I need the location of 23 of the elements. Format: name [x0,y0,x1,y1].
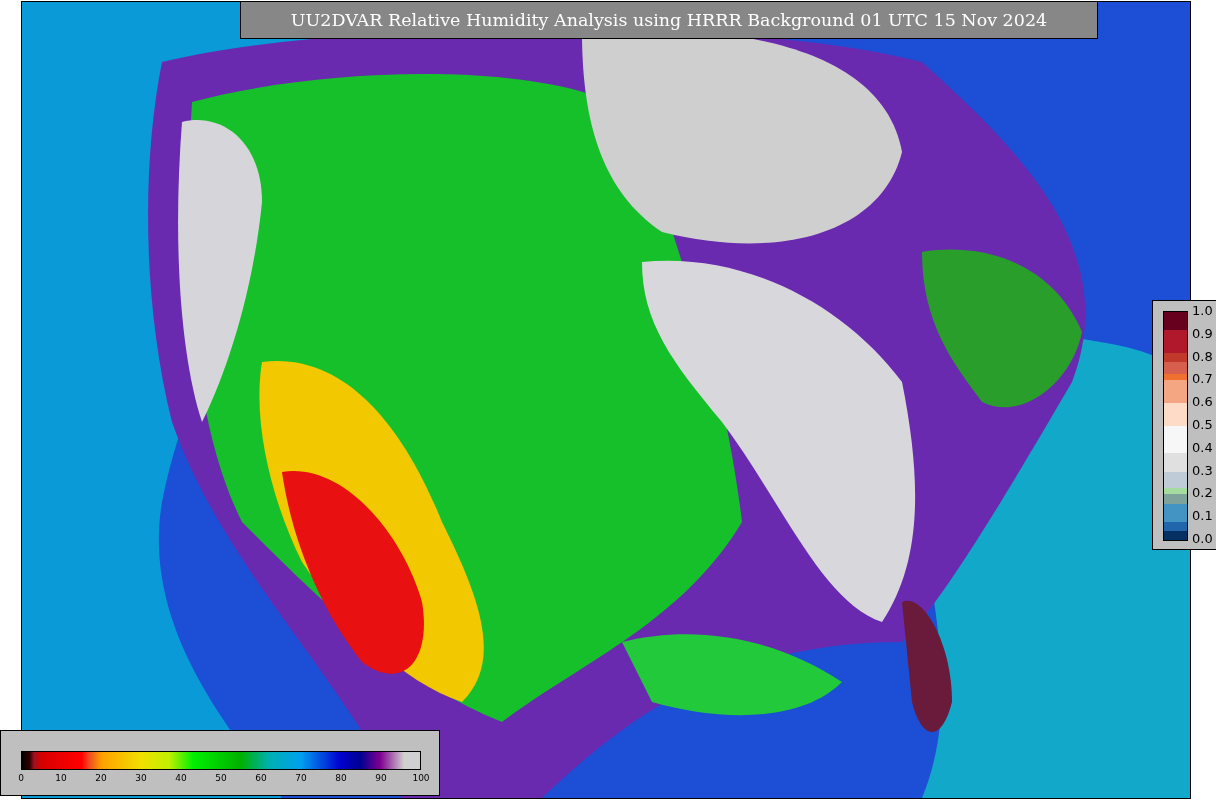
tick-label: 0.2 [1192,487,1213,500]
tick-label: 100 [411,773,431,783]
tick-label: 20 [94,773,108,783]
tick-label: 0 [17,773,25,783]
tick-label: 10 [54,773,68,783]
chart-title: UU2DVAR Relative Humidity Analysis using HRRR Background 01 UTC 15 Nov 2024 [240,1,1098,39]
tick-label: 0.8 [1192,350,1213,363]
tick-label: 1.0 [1192,305,1213,317]
tick-label: 70 [294,773,308,783]
tick-label: 60 [254,773,268,783]
tick-label: 30 [134,773,148,783]
tick-label: 0.3 [1192,464,1213,477]
tick-label: 0.4 [1192,441,1213,454]
tick-label: 0.1 [1192,510,1213,523]
tick-label: 0.5 [1192,419,1213,431]
tick-label: 0.6 [1192,396,1213,409]
tick-label: 0.9 [1192,327,1213,340]
tick-label: 0.7 [1192,373,1213,386]
tick-label: 90 [374,773,388,783]
tick-label: 40 [174,773,188,783]
tick-label: 50 [214,773,228,783]
tick-label: 0.0 [1192,532,1213,545]
tick-label: 80 [334,773,348,783]
